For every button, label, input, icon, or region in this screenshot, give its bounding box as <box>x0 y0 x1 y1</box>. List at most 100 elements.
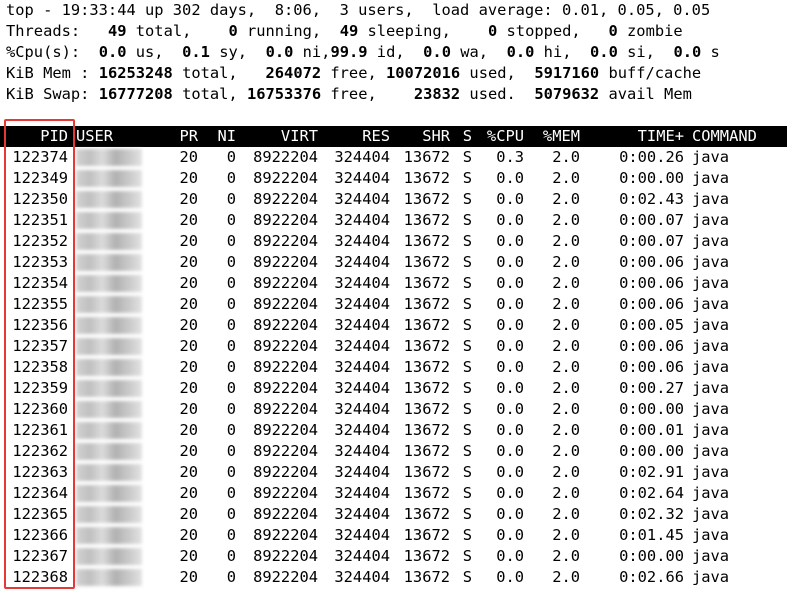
command-cell: java <box>692 253 730 271</box>
swap-free-label: free, <box>321 85 377 103</box>
command-cell: java <box>692 148 730 166</box>
time-cell: 0:00.00 <box>619 442 684 460</box>
pid-cell: 122352 <box>12 232 68 250</box>
table-row[interactable]: 122357 20 0 8922204 324404 13672 S 0.0 2.0 0:00.0… <box>0 336 787 357</box>
user-cell <box>68 315 152 336</box>
threads-sleeping: 49 <box>339 22 359 40</box>
res-cell: 324404 <box>334 400 390 418</box>
col-pr[interactable]: PR <box>152 126 198 147</box>
table-row[interactable]: 122359 20 0 8922204 324404 13672 S 0.0 2.0 0:00.2… <box>0 378 787 399</box>
cpu-hi-label: hi, <box>534 43 572 61</box>
table-row[interactable]: 122358 20 0 8922204 324404 13672 S 0.0 2.0 0:00.0… <box>0 357 787 378</box>
threads-zombie-label: zombie <box>617 22 683 40</box>
res-cell: 324404 <box>334 148 390 166</box>
cpu-si: 0.0 <box>590 43 618 61</box>
threads-total-label: total, <box>126 22 192 40</box>
col-user[interactable]: USER <box>68 126 152 147</box>
pid-cell: 122367 <box>12 547 68 565</box>
cpu-cell: 0.0 <box>496 253 524 271</box>
user-cell <box>68 168 152 189</box>
table-row[interactable]: 122360 20 0 8922204 324404 13672 S 0.0 2.0 0:00.0… <box>0 399 787 420</box>
table-row[interactable]: 122354 20 0 8922204 324404 13672 S 0.0 2.0 0:00.0… <box>0 273 787 294</box>
virt-cell: 8922204 <box>253 274 318 292</box>
ni-cell: 0 <box>226 568 236 586</box>
table-row[interactable]: 122364 20 0 8922204 324404 13672 S 0.0 2.0 0:02.6… <box>0 483 787 504</box>
virt-cell: 8922204 <box>253 484 318 502</box>
mem-cell: 2.0 <box>552 169 580 187</box>
redacted-user <box>76 275 142 292</box>
table-row[interactable]: 122353 20 0 8922204 324404 13672 S 0.0 2.0 0:00.0… <box>0 252 787 273</box>
command-cell: java <box>692 358 730 376</box>
table-row[interactable]: 122351 20 0 8922204 324404 13672 S 0.0 2.0 0:00.0… <box>0 210 787 231</box>
table-row[interactable]: 122355 20 0 8922204 324404 13672 S 0.0 2.0 0:00.0… <box>0 294 787 315</box>
col-s[interactable]: S <box>450 126 472 147</box>
redacted-user <box>76 296 142 313</box>
swap-used-label: used. <box>460 85 516 103</box>
ni-cell: 0 <box>226 421 236 439</box>
cpu-cell: 0.0 <box>496 421 524 439</box>
command-cell: java <box>692 484 730 502</box>
col-virt[interactable]: VIRT <box>236 126 318 147</box>
redacted-user <box>76 170 142 187</box>
redacted-user <box>76 317 142 334</box>
pid-cell: 122358 <box>12 358 68 376</box>
table-row[interactable]: 122365 20 0 8922204 324404 13672 S 0.0 2.0 0:02.3… <box>0 504 787 525</box>
command-cell: java <box>692 400 730 418</box>
col-command[interactable]: COMMAND <box>684 126 787 147</box>
ni-cell: 0 <box>226 379 236 397</box>
mem-used-label: used, <box>460 64 516 82</box>
col-shr[interactable]: SHR <box>390 126 450 147</box>
table-row[interactable]: 122349 20 0 8922204 324404 13672 S 0.0 2.0 0:00.0… <box>0 168 787 189</box>
table-row[interactable]: 122374 20 0 8922204 324404 13672 S 0.3 2.0 0:00.2… <box>0 147 787 168</box>
state-cell: S <box>462 337 472 355</box>
cpu-hi: 0.0 <box>506 43 535 61</box>
table-row[interactable]: 122350 20 0 8922204 324404 13672 S 0.0 2.0 0:02.4… <box>0 189 787 210</box>
ni-cell: 0 <box>226 232 236 250</box>
table-row[interactable]: 122366 20 0 8922204 324404 13672 S 0.0 2.0 0:01.4… <box>0 525 787 546</box>
user-cell <box>68 147 152 168</box>
ni-cell: 0 <box>226 484 236 502</box>
state-cell: S <box>462 169 472 187</box>
table-row[interactable]: 122363 20 0 8922204 324404 13672 S 0.0 2.0 0:02.9… <box>0 462 787 483</box>
mem-free: 264072 <box>265 64 322 82</box>
ni-cell: 0 <box>226 358 236 376</box>
pid-cell: 122368 <box>12 568 68 586</box>
table-row[interactable]: 122367 20 0 8922204 324404 13672 S 0.0 2.0 0:00.0… <box>0 546 787 567</box>
table-row[interactable]: 122362 20 0 8922204 324404 13672 S 0.0 2.0 0:00.0… <box>0 441 787 462</box>
col-ni[interactable]: NI <box>198 126 236 147</box>
mem-cell: 2.0 <box>552 505 580 523</box>
cpu-cell: 0.0 <box>496 190 524 208</box>
pid-cell: 122362 <box>12 442 68 460</box>
ni-cell: 0 <box>226 190 236 208</box>
pr-cell: 20 <box>179 484 198 502</box>
pid-cell: 122354 <box>12 274 68 292</box>
command-cell: java <box>692 190 730 208</box>
time-cell: 0:00.05 <box>619 316 684 334</box>
cpu-sy-label: sy, <box>209 43 248 61</box>
mem-cell: 2.0 <box>552 526 580 544</box>
virt-cell: 8922204 <box>253 358 318 376</box>
command-cell: java <box>692 463 730 481</box>
mem-cell: 2.0 <box>552 274 580 292</box>
time-cell: 0:00.07 <box>619 211 684 229</box>
mem-buff-label: buff/cache <box>599 64 702 82</box>
table-row[interactable]: 122361 20 0 8922204 324404 13672 S 0.0 2.0 0:00.0… <box>0 420 787 441</box>
table-row[interactable]: 122368 20 0 8922204 324404 13672 S 0.0 2.0 0:02.6… <box>0 567 787 588</box>
table-row[interactable]: 122352 20 0 8922204 324404 13672 S 0.0 2.0 0:00.0… <box>0 231 787 252</box>
col-mem[interactable]: %MEM <box>524 126 580 147</box>
col-res[interactable]: RES <box>318 126 390 147</box>
col-time[interactable]: TIME+ <box>580 126 684 147</box>
res-cell: 324404 <box>334 421 390 439</box>
pr-cell: 20 <box>179 190 198 208</box>
col-pid[interactable]: PID <box>0 126 68 147</box>
cpu-cell: 0.0 <box>496 463 524 481</box>
table-row[interactable]: 122356 20 0 8922204 324404 13672 S 0.0 2.0 0:00.0… <box>0 315 787 336</box>
cpu-wa: 0.0 <box>423 43 451 61</box>
shr-cell: 13672 <box>403 484 450 502</box>
threads-total: 49 <box>107 22 127 40</box>
shr-cell: 13672 <box>403 421 450 439</box>
terminal-window[interactable]: top - 19:33:44 up 302 days, 8:06, 3 user… <box>0 0 787 592</box>
cpu-cell: 0.0 <box>496 547 524 565</box>
col-cpu[interactable]: %CPU <box>472 126 524 147</box>
ni-cell: 0 <box>226 400 236 418</box>
